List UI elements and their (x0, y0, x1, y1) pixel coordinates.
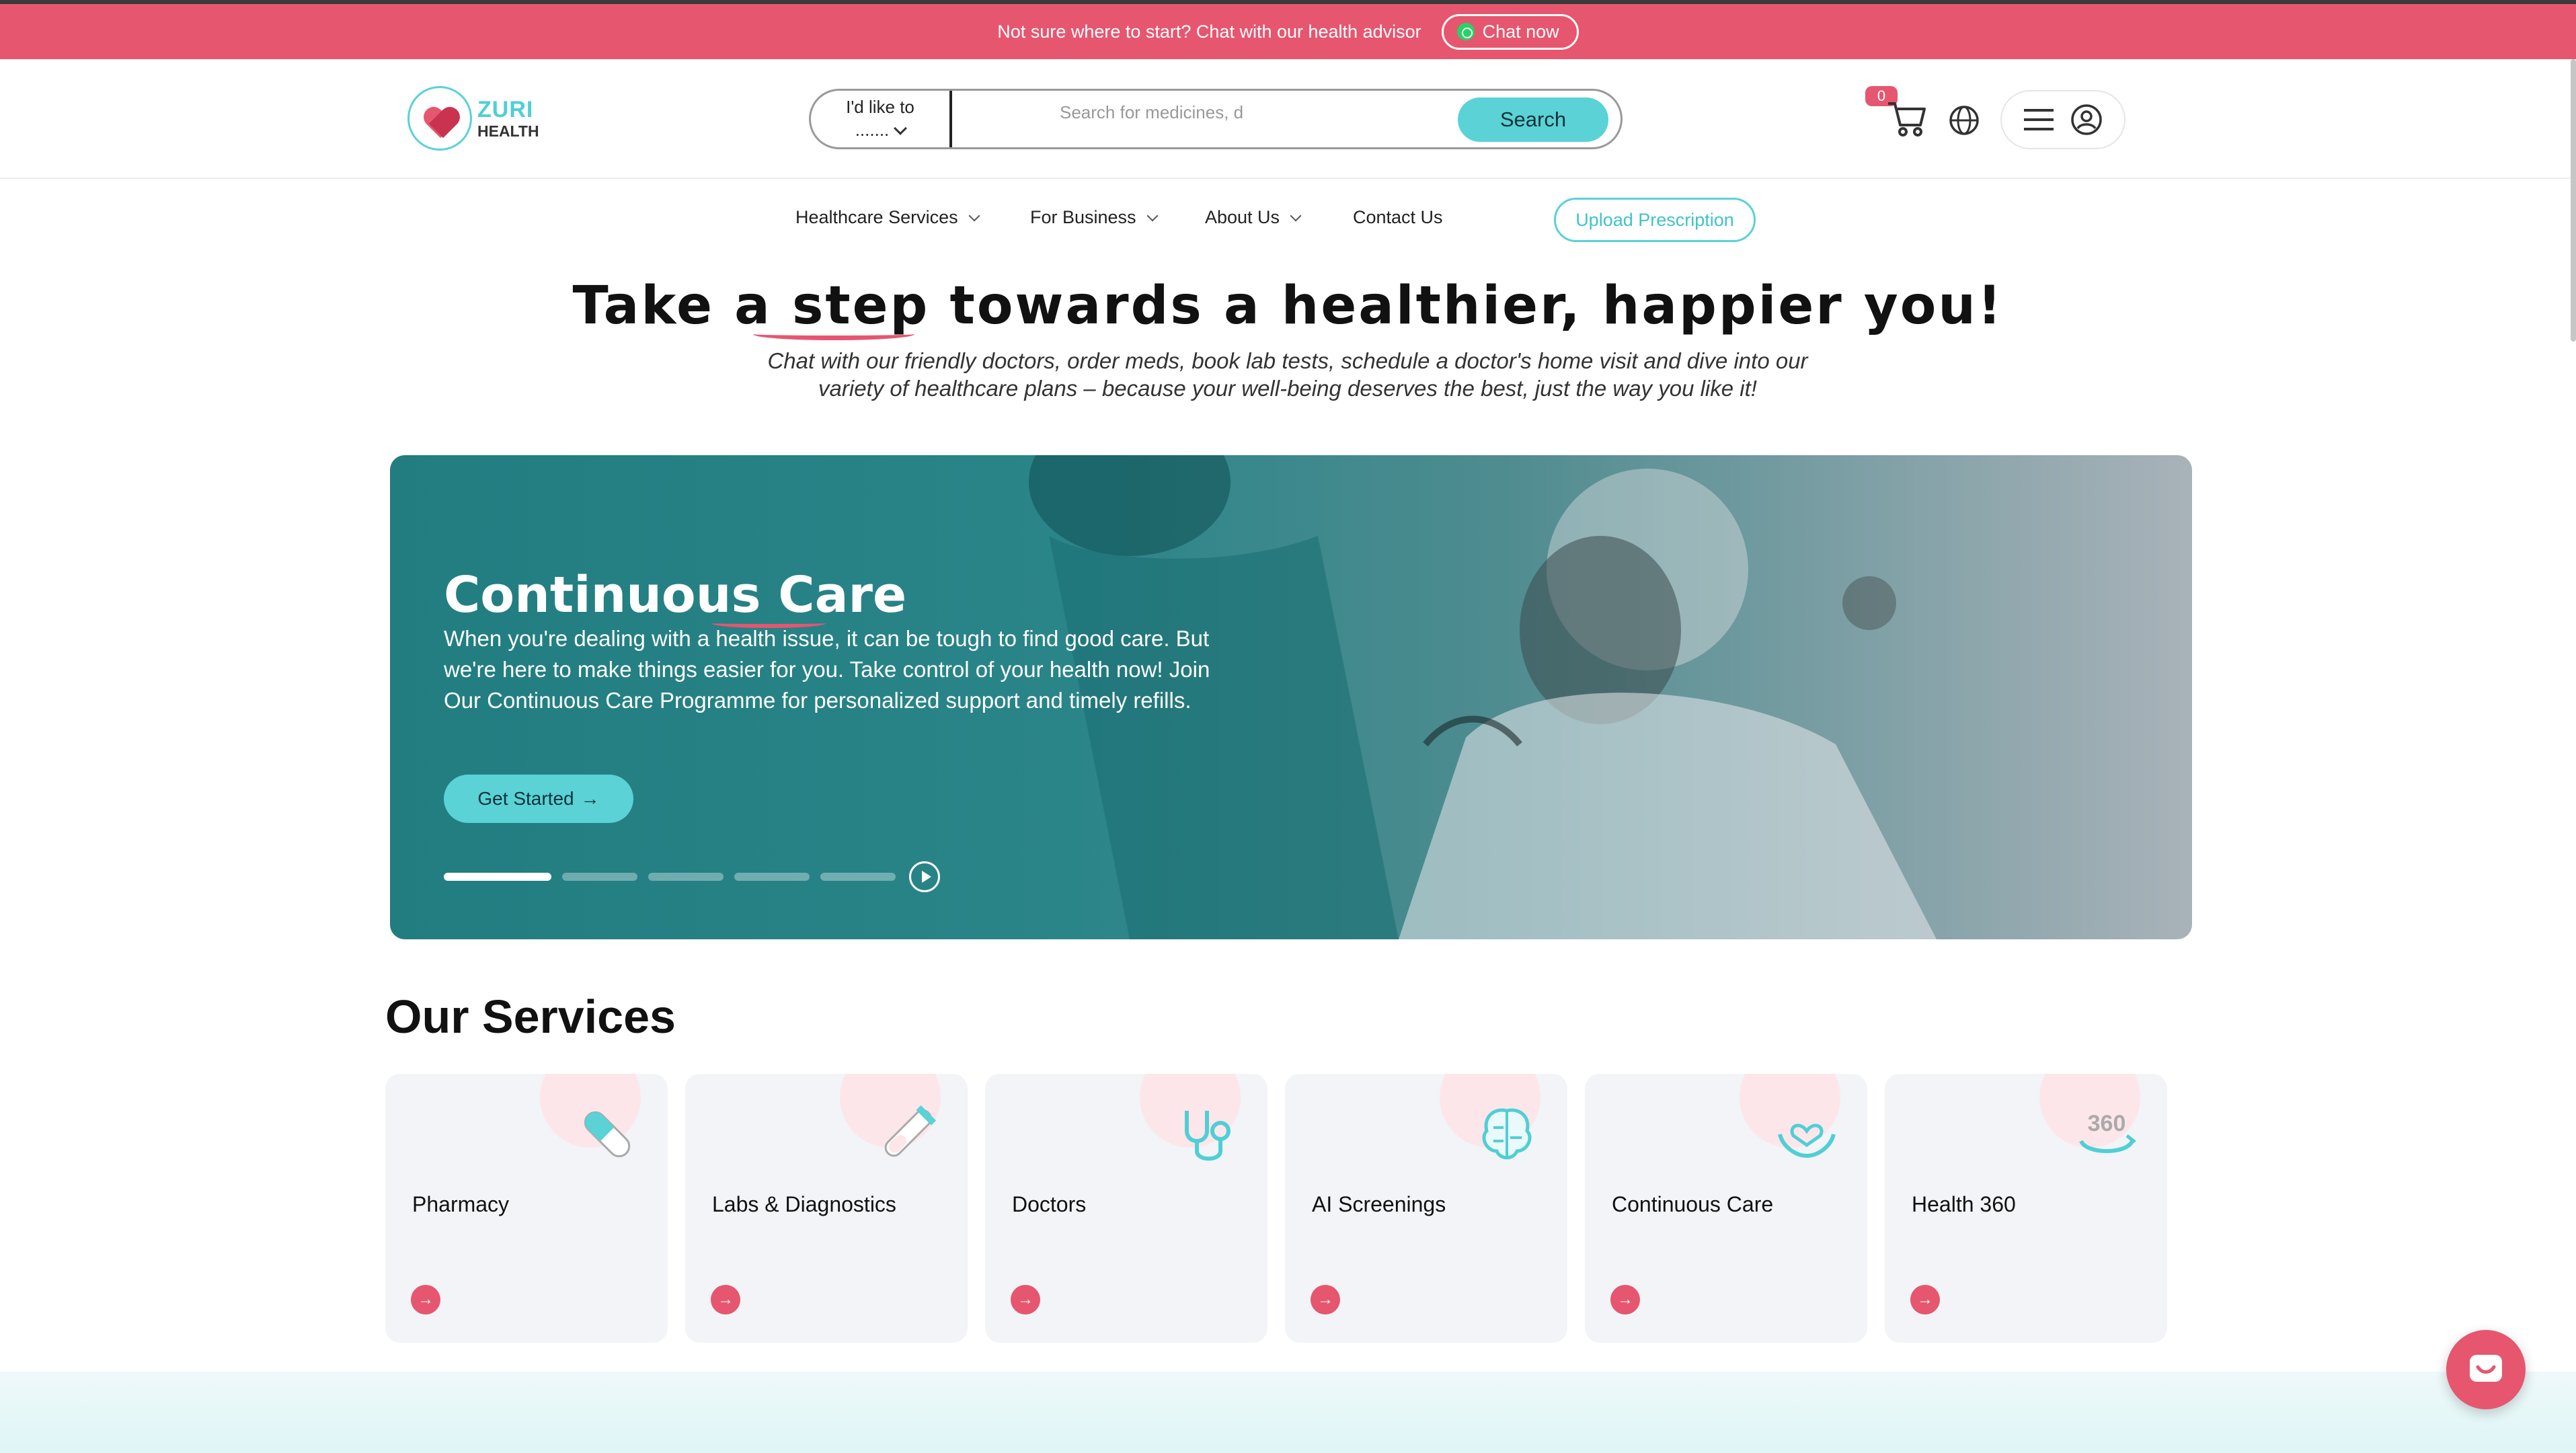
chat-widget-button[interactable] (2446, 1330, 2526, 1409)
test-tube-icon (884, 1105, 937, 1157)
chevron-down-icon (968, 210, 980, 221)
card-label: Pharmacy (412, 1192, 510, 1216)
arrow-right-icon[interactable]: → (711, 1285, 740, 1314)
service-card-pharmacy[interactable]: Pharmacy → (385, 1074, 668, 1343)
nav-label: Healthcare Services (795, 207, 958, 227)
arrow-right-icon: → (580, 788, 600, 809)
search-bar: I'd like to ....... Search (809, 89, 1623, 149)
page-scrollbar[interactable] (2571, 59, 2576, 342)
nav-for-business[interactable]: For Business (1030, 207, 1159, 228)
whatsapp-icon (1456, 23, 1475, 40)
card-label: AI Screenings (1312, 1192, 1446, 1216)
service-card-doctors[interactable]: Doctors → (985, 1074, 1267, 1343)
brand-sub: HEALTH (477, 122, 539, 140)
nav-label: For Business (1030, 207, 1136, 227)
arrow-right-icon[interactable]: → (1610, 1285, 1640, 1314)
nav-healthcare-services[interactable]: Healthcare Services (795, 207, 980, 228)
nav-label: About Us (1205, 207, 1280, 227)
chat-now-button[interactable]: Chat now (1441, 13, 1579, 50)
health-360-icon: 360 (2079, 1111, 2137, 1153)
intent-dropdown[interactable]: I'd like to ....... (811, 91, 952, 147)
brand-logo[interactable]: ZURI HEALTH (407, 86, 539, 151)
card-label: Doctors (1012, 1192, 1087, 1216)
intent-label: I'd like to (846, 97, 914, 118)
search-button[interactable]: Search (1458, 97, 1608, 142)
announcement-text: Not sure where to start? Chat with our h… (997, 21, 1421, 42)
upload-prescription-button[interactable]: Upload Prescription (1554, 198, 1756, 242)
chevron-down-icon (1146, 210, 1159, 221)
card-label: Labs & Diagnostics (712, 1192, 896, 1216)
nav-contact-us[interactable]: Contact Us (1353, 207, 1443, 228)
service-card-labs[interactable]: Labs & Diagnostics → (685, 1074, 968, 1343)
services-title: Our Services (385, 990, 676, 1043)
carousel-dot[interactable] (820, 873, 896, 881)
carousel-dot[interactable] (444, 873, 551, 881)
chevron-down-icon (894, 121, 908, 135)
brain-icon (1482, 1108, 1532, 1160)
get-started-label: Get Started (477, 788, 574, 809)
carousel-dot[interactable] (562, 873, 637, 881)
service-card-ai-screenings[interactable]: AI Screenings → (1285, 1074, 1567, 1343)
card-label: Health 360 (1912, 1192, 2016, 1216)
banner-text: When you're dealing with a health issue,… (444, 626, 1210, 713)
next-section-band (0, 1372, 2576, 1453)
carousel-dot[interactable] (734, 873, 810, 881)
chat-bubble-icon (2470, 1355, 2502, 1382)
arrow-right-icon[interactable]: → (1311, 1285, 1340, 1314)
arrow-right-icon[interactable]: → (1910, 1285, 1940, 1314)
play-icon[interactable] (909, 861, 940, 892)
heart-hands-icon (1778, 1124, 1836, 1159)
carousel-indicators (444, 861, 940, 892)
heart-logo-icon (407, 86, 472, 151)
arrow-right-icon[interactable]: → (411, 1285, 440, 1314)
globe-icon[interactable] (1947, 104, 1981, 137)
chevron-down-icon (1290, 210, 1302, 221)
get-started-button[interactable]: Get Started → (444, 775, 633, 823)
hero-subtitle: Chat with our friendly doctors, order me… (767, 348, 1808, 401)
main-nav: Healthcare Services For Business About U… (0, 179, 2576, 258)
cart-icon[interactable] (1887, 100, 1927, 137)
announcement-bar: Not sure where to start? Chat with our h… (0, 0, 2576, 59)
hamburger-menu-icon[interactable] (2023, 108, 2055, 132)
user-profile-icon[interactable] (2070, 103, 2103, 136)
site-header: ZURI HEALTH I'd like to ....... Search 0 (0, 59, 2576, 179)
service-card-health-360[interactable]: 360 Health 360 → (1885, 1074, 2167, 1343)
carousel-dot[interactable] (648, 873, 724, 881)
stethoscope-icon (1185, 1111, 1231, 1161)
brand-name: ZURI (477, 96, 534, 122)
chat-now-label: Chat now (1482, 21, 1559, 42)
banner-title: Continuous Care (444, 566, 907, 624)
icon-360-text: 360 (2088, 1111, 2126, 1136)
arrow-right-icon[interactable]: → (1011, 1285, 1040, 1314)
hero-underline-decoration (753, 328, 914, 340)
hero-carousel: Continuous Care When you're dealing with… (390, 455, 2192, 939)
pill-icon (584, 1111, 631, 1158)
intent-value: ....... (855, 120, 890, 140)
service-card-continuous-care[interactable]: Continuous Care → (1585, 1074, 1867, 1343)
hero-title: Take a step towards a healthier, happier… (572, 276, 2004, 336)
nav-about-us[interactable]: About Us (1205, 207, 1302, 228)
nav-label: Contact Us (1353, 207, 1443, 227)
account-menu[interactable] (2000, 90, 2125, 149)
card-label: Continuous Care (1612, 1192, 1774, 1216)
